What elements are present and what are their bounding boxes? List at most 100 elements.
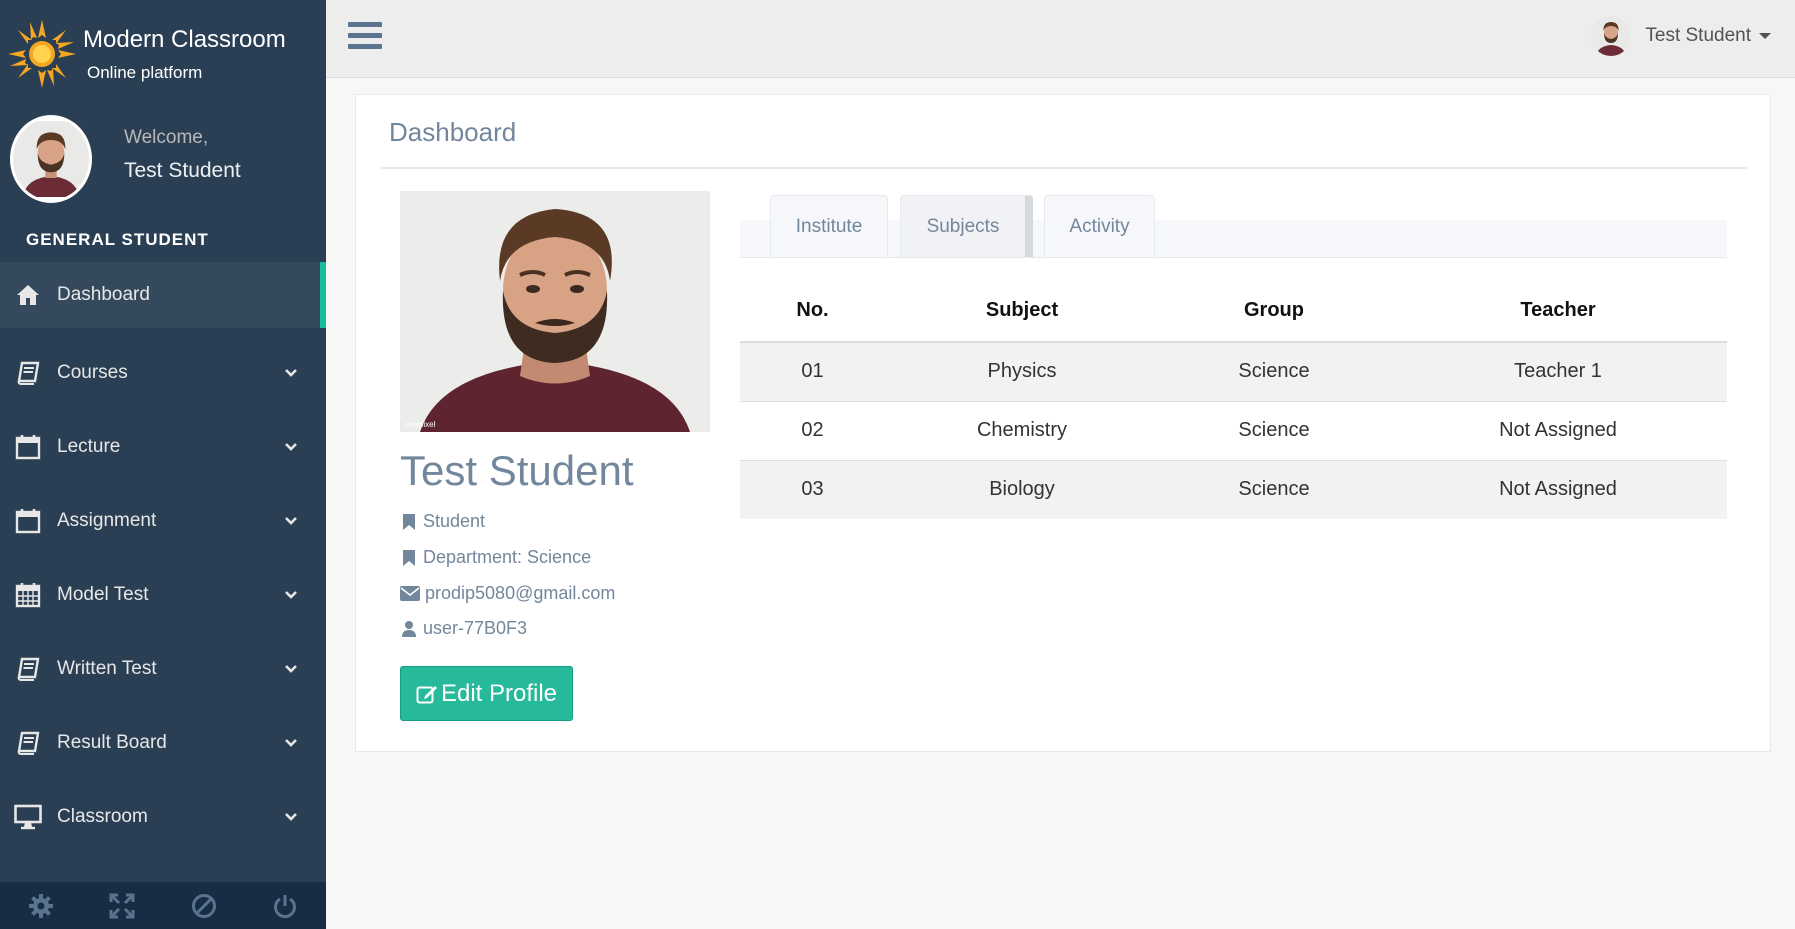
- welcome-label: Welcome,: [124, 127, 209, 148]
- subjects-table: No. Subject Group Teacher 01 Physics Sci…: [740, 280, 1727, 519]
- column-header-subject: Subject: [885, 280, 1159, 343]
- tab-label: Institute: [795, 215, 863, 237]
- profile-user-id: user-77B0F3: [400, 618, 527, 639]
- tab-bar: [740, 220, 1727, 258]
- table-cell: Not Assigned: [1389, 459, 1727, 519]
- edit-profile-button[interactable]: Edit Profile: [400, 666, 573, 721]
- sidebar: Modern Classroom Online platform Welcome…: [0, 0, 326, 929]
- bookmark-icon: [400, 549, 418, 567]
- book-icon: [14, 729, 42, 757]
- chevron-down-icon: [285, 739, 297, 747]
- caret-down-icon: [1759, 33, 1771, 39]
- table-row: 03 Biology Science Not Assigned: [740, 459, 1727, 519]
- brand-subtitle: Online platform: [87, 63, 203, 82]
- tab-label: Activity: [1069, 215, 1130, 237]
- table-cell: Biology: [885, 459, 1159, 519]
- profile-role: Student: [400, 511, 485, 532]
- table-row: 02 Chemistry Science Not Assigned: [740, 400, 1727, 460]
- profile-user-id-text: user-77B0F3: [423, 618, 528, 638]
- table-cell: Science: [1159, 459, 1389, 519]
- profile-name: Test Student: [400, 447, 634, 494]
- profile-email-text: prodip5080@gmail.com: [425, 583, 616, 603]
- sidebar-item-model-test[interactable]: Model Test: [0, 558, 326, 632]
- sidebar-item-label: Result Board: [57, 732, 167, 753]
- user-name: Test Student: [1645, 25, 1751, 46]
- calendar-icon: [14, 433, 42, 461]
- welcome-user-name: Test Student: [124, 159, 241, 182]
- table-cell: Chemistry: [885, 400, 1159, 460]
- sidebar-item-dashboard[interactable]: Dashboard: [0, 262, 326, 328]
- sidebar-item-courses[interactable]: Courses: [0, 336, 326, 410]
- sidebar-item-label: Lecture: [57, 436, 121, 457]
- tab-institute[interactable]: Institute: [770, 195, 888, 257]
- profile-department: Department: Science: [400, 547, 591, 568]
- sidebar-footer: [0, 882, 326, 929]
- book-icon: [14, 359, 42, 387]
- sidebar-item-label: Assignment: [57, 510, 157, 531]
- column-header-no: No.: [740, 280, 885, 343]
- edit-icon: [416, 685, 437, 703]
- top-nav: Test Student: [326, 0, 1795, 78]
- sidebar-item-lecture[interactable]: Lecture: [0, 410, 326, 484]
- gear-icon[interactable]: [0, 882, 82, 929]
- chevron-down-icon: [285, 369, 297, 377]
- sidebar-item-label: Courses: [57, 362, 128, 383]
- tab-activity[interactable]: Activity: [1044, 195, 1155, 257]
- table-cell: Science: [1159, 400, 1389, 460]
- sidebar-item-classroom[interactable]: Classroom: [0, 780, 326, 854]
- sidebar-item-result-board[interactable]: Result Board: [0, 706, 326, 780]
- avatar: [10, 115, 92, 203]
- table-cell: Physics: [885, 341, 1159, 401]
- divider: [381, 167, 1747, 169]
- brand[interactable]: Modern Classroom Online platform: [0, 0, 326, 100]
- profile-photo: rawpixel: [400, 191, 710, 432]
- envelope-icon: [400, 585, 420, 603]
- calendar-icon: [14, 507, 42, 535]
- avatar: [1591, 16, 1632, 56]
- user-icon: [400, 620, 418, 638]
- table-cell: Not Assigned: [1389, 400, 1727, 460]
- table-cell: Teacher 1: [1389, 341, 1727, 401]
- bookmark-icon: [400, 513, 418, 531]
- profile-department-text: Department: Science: [423, 547, 592, 567]
- table-row: 01 Physics Science Teacher 1: [740, 341, 1727, 401]
- brand-title: Modern Classroom: [83, 26, 286, 53]
- tab-label: Subjects: [926, 215, 1000, 237]
- sun-logo-icon: [8, 20, 76, 88]
- table-cell: Science: [1159, 341, 1389, 401]
- desktop-icon: [14, 803, 42, 831]
- tab-subjects[interactable]: Subjects: [900, 195, 1033, 257]
- table-cell: 01: [740, 341, 885, 401]
- calendar-grid-icon: [14, 581, 42, 609]
- table-cell: 03: [740, 459, 885, 519]
- sidebar-item-label: Classroom: [57, 806, 148, 827]
- sidebar-item-label: Written Test: [57, 658, 157, 679]
- dashboard-panel: Dashboard rawpixel Test Student Student …: [355, 94, 1771, 752]
- page-title: Dashboard: [389, 117, 517, 147]
- sidebar-item-written-test[interactable]: Written Test: [0, 632, 326, 706]
- ban-icon[interactable]: [163, 882, 245, 929]
- chevron-down-icon: [285, 517, 297, 525]
- column-header-teacher: Teacher: [1389, 280, 1727, 343]
- photo-watermark: rawpixel: [406, 420, 436, 429]
- profile-role-text: Student: [423, 511, 486, 531]
- menu-section-title: GENERAL STUDENT: [26, 230, 209, 249]
- side-menu: Dashboard Courses Lecture Assignment Mod…: [0, 262, 326, 854]
- sidebar-item-assignment[interactable]: Assignment: [0, 484, 326, 558]
- user-menu-dropdown[interactable]: Test Student: [1591, 16, 1771, 56]
- book-icon: [14, 655, 42, 683]
- edit-profile-label: Edit Profile: [440, 679, 558, 707]
- chevron-down-icon: [285, 665, 297, 673]
- fullscreen-icon[interactable]: [82, 882, 164, 929]
- sidebar-item-label: Model Test: [57, 584, 149, 605]
- chevron-down-icon: [285, 591, 297, 599]
- sidebar-item-label: Dashboard: [57, 284, 150, 305]
- table-header-row: No. Subject Group Teacher: [740, 280, 1727, 343]
- power-icon[interactable]: [245, 882, 327, 929]
- profile-email: prodip5080@gmail.com: [400, 583, 615, 604]
- table-cell: 02: [740, 400, 885, 460]
- column-header-group: Group: [1159, 280, 1389, 343]
- chevron-down-icon: [285, 813, 297, 821]
- menu-toggle-icon[interactable]: [348, 22, 382, 52]
- avatar-image: [13, 121, 89, 197]
